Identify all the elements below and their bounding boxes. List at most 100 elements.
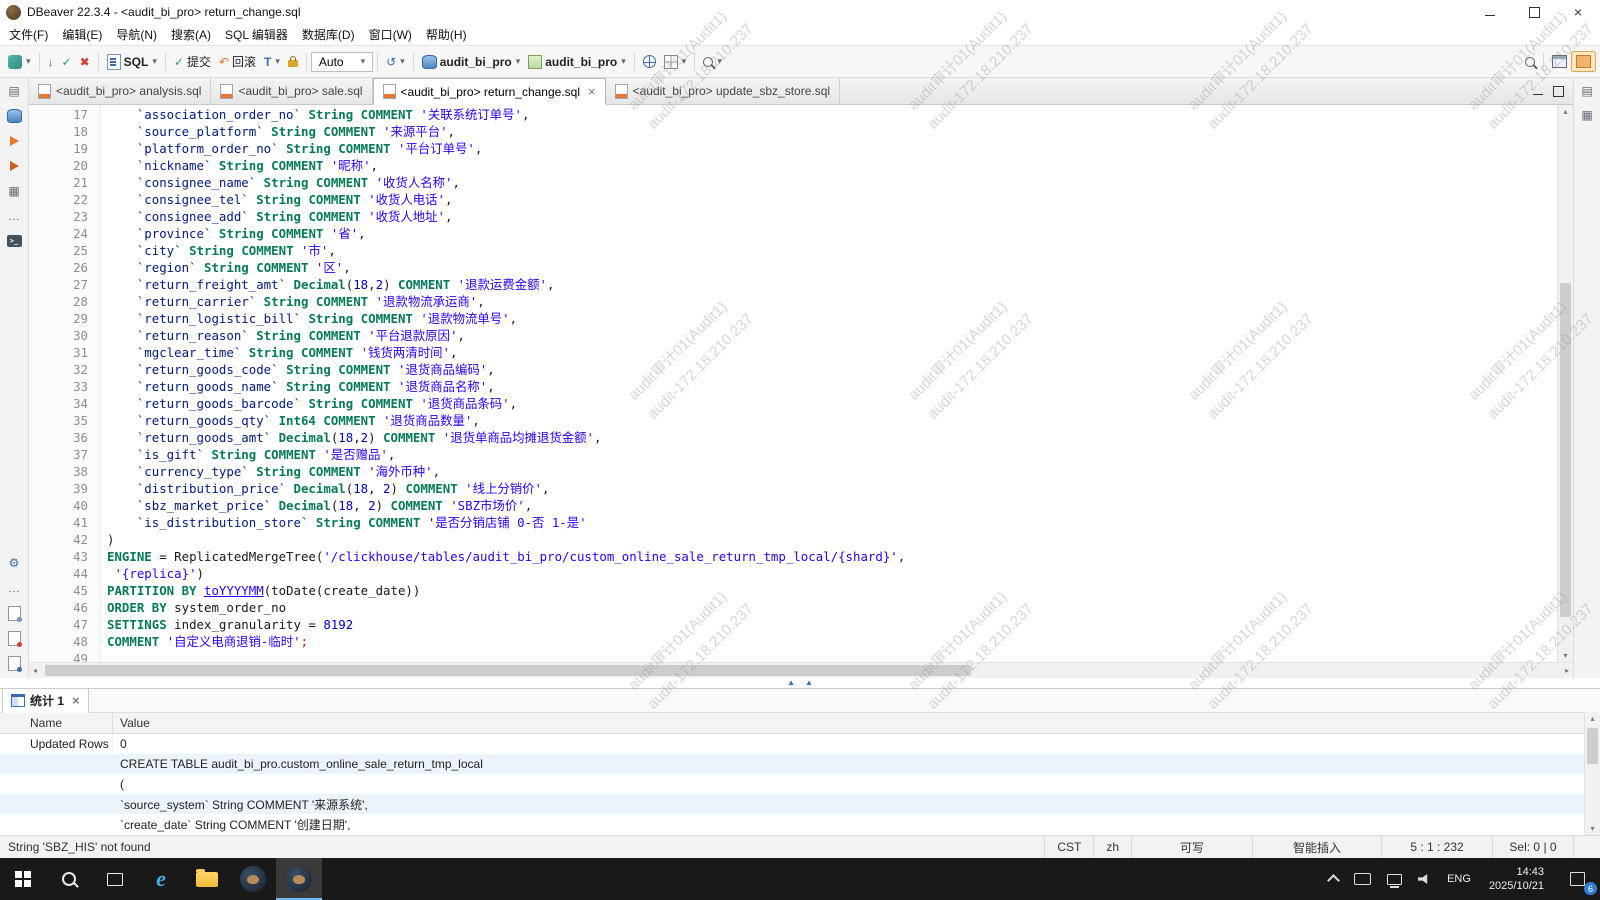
code-line[interactable]: `source_platform` String COMMENT '来源平台', (107, 123, 1557, 140)
volume-button[interactable] (1410, 858, 1439, 900)
tab-close-icon[interactable]: × (588, 84, 596, 99)
editor-tab[interactable]: <audit_bi_pro> sale.sql (211, 78, 372, 104)
editor-vertical-scrollbar[interactable]: ▴ ▾ (1557, 105, 1573, 662)
commit-changes-button[interactable]: ✓ (58, 53, 76, 71)
result-row[interactable]: ( (0, 774, 1600, 794)
scroll-up-icon[interactable]: ▴ (1558, 107, 1573, 116)
dbeaver-taskbar-button[interactable] (230, 858, 276, 900)
code-line[interactable]: `return_logistic_bill` String COMMENT '退… (107, 310, 1557, 327)
scroll-right-icon[interactable]: ▸ (1565, 666, 1569, 675)
lock-button[interactable] (284, 53, 302, 70)
code-line[interactable]: `consignee_tel` String COMMENT '收货人电话', (107, 191, 1557, 208)
sql-editor-button[interactable]: SQL▾ (103, 51, 161, 73)
code-line[interactable]: `nickname` String COMMENT '昵称', (107, 157, 1557, 174)
search-button[interactable]: ▾ (699, 53, 726, 70)
code-line[interactable]: ) (107, 531, 1557, 548)
results-vertical-scrollbar[interactable]: ▴ ▾ (1584, 712, 1600, 835)
minimize-view-icon[interactable] (1533, 93, 1543, 95)
code-line[interactable]: `is_gift` String COMMENT '是否赠品', (107, 446, 1557, 463)
cancel-execution-button[interactable]: ✖ (76, 53, 94, 71)
scroll-up-icon[interactable]: ▴ (1585, 714, 1600, 723)
start-button[interactable] (0, 858, 46, 900)
transaction-history-button[interactable]: ↺▾ (382, 53, 409, 71)
minimize-button[interactable] (1468, 0, 1512, 24)
dbeaver-active-taskbar-button[interactable] (276, 858, 322, 900)
code-line[interactable]: `is_distribution_store` String COMMENT '… (107, 514, 1557, 531)
menu-item[interactable]: SQL 编辑器 (218, 24, 295, 45)
code-line[interactable]: SETTINGS index_granularity = 8192 (107, 616, 1557, 633)
taskbar-clock[interactable]: 14:43 2025/10/21 (1479, 858, 1554, 900)
menu-item[interactable]: 搜索(A) (164, 24, 218, 45)
collapse-up-icon[interactable]: ▲ (787, 679, 795, 687)
close-button[interactable]: × (1556, 0, 1600, 24)
scrollbar-thumb[interactable] (45, 665, 971, 676)
result-row[interactable]: `create_date` String COMMENT '创建日期', (0, 814, 1600, 834)
grid-view-button[interactable]: ▾ (660, 52, 691, 72)
code-line[interactable]: `currency_type` String COMMENT '海外币种', (107, 463, 1557, 480)
outline-view-button[interactable]: ▤ (1578, 82, 1596, 100)
language-indicator[interactable]: ENG (1439, 858, 1479, 900)
column-header-value[interactable]: Value (113, 713, 1600, 733)
menu-item[interactable]: 数据库(D) (295, 24, 362, 45)
network-button[interactable] (639, 52, 660, 71)
code-area[interactable]: `association_order_no` String COMMENT '关… (101, 105, 1557, 662)
dbeaver-perspective-button[interactable] (1571, 51, 1596, 72)
output-log-button[interactable] (5, 604, 23, 622)
code-line[interactable] (107, 650, 1557, 662)
menu-item[interactable]: 文件(F) (2, 24, 55, 45)
toolbar-overflow-button[interactable]: … (5, 207, 23, 225)
code-line[interactable]: `return_reason` String COMMENT '平台退款原因', (107, 327, 1557, 344)
restore-view-button[interactable]: ▤ (5, 82, 23, 100)
menu-item[interactable]: 帮助(H) (419, 24, 474, 45)
statistics-tab[interactable]: 统计 1 × (2, 688, 89, 713)
error-log-button[interactable] (5, 629, 23, 647)
code-line[interactable]: `distribution_price` Decimal(18, 2) COMM… (107, 480, 1557, 497)
maximize-view-icon[interactable] (1553, 86, 1564, 97)
network-tray-button[interactable] (1379, 858, 1410, 900)
toolbar-overflow-button[interactable]: … (5, 579, 23, 597)
execute-statement-button[interactable] (5, 132, 23, 150)
code-line[interactable]: `province` String COMMENT '省', (107, 225, 1557, 242)
scroll-left-icon[interactable]: ◂ (33, 666, 37, 675)
menu-item[interactable]: 编辑(E) (55, 24, 109, 45)
result-row[interactable]: `source_system` String COMMENT '来源系统', (0, 794, 1600, 814)
code-line[interactable]: `return_goods_code` String COMMENT '退货商品… (107, 361, 1557, 378)
taskbar-search-button[interactable] (46, 858, 92, 900)
tab-close-icon[interactable]: × (72, 693, 80, 708)
code-line[interactable]: `consignee_name` String COMMENT '收货人名称', (107, 174, 1557, 191)
scrollbar-thumb[interactable] (1560, 283, 1571, 617)
code-line[interactable]: '{replica}') (107, 565, 1557, 582)
schema-selector[interactable]: audit_bi_pro▾ (524, 52, 630, 72)
new-connection-button[interactable]: ▾ (4, 52, 35, 72)
touch-keyboard-button[interactable] (1346, 858, 1379, 900)
internet-explorer-button[interactable]: e (138, 858, 184, 900)
code-line[interactable]: `platform_order_no` String COMMENT '平台订单… (107, 140, 1557, 157)
code-line[interactable]: `city` String COMMENT '市', (107, 242, 1557, 259)
code-line[interactable]: `return_goods_qty` Int64 COMMENT '退货商品数量… (107, 412, 1557, 429)
maximize-up-icon[interactable]: ▲ (805, 679, 813, 687)
action-center-button[interactable]: 6 (1554, 858, 1600, 900)
explain-plan-button[interactable]: ▦ (5, 182, 23, 200)
code-line[interactable]: `sbz_market_price` Decimal(18, 2) COMMEN… (107, 497, 1557, 514)
editor-tab[interactable]: <audit_bi_pro> return_change.sql× (373, 78, 606, 105)
code-line[interactable]: `mgclear_time` String COMMENT '钱货两清时间', (107, 344, 1557, 361)
editor-tab[interactable]: <audit_bi_pro> analysis.sql (29, 78, 211, 104)
tray-expand-button[interactable] (1321, 858, 1346, 900)
code-line[interactable]: `return_goods_amt` Decimal(18,2) COMMENT… (107, 429, 1557, 446)
scroll-down-icon[interactable]: ▾ (1558, 651, 1573, 660)
task-view-button[interactable] (92, 858, 138, 900)
execute-script-button[interactable] (5, 157, 23, 175)
code-line[interactable]: `region` String COMMENT '区', (107, 259, 1557, 276)
fetch-data-button[interactable]: ↓ (44, 53, 58, 71)
quick-access-search-button[interactable] (1521, 54, 1539, 70)
restore-right-view-button[interactable]: ▦ (1578, 106, 1596, 124)
commit-button[interactable]: ✓提交 (170, 50, 215, 73)
code-line[interactable]: PARTITION BY toYYYYMM(toDate(create_date… (107, 582, 1557, 599)
result-row[interactable]: CREATE TABLE audit_bi_pro.custom_online_… (0, 754, 1600, 774)
code-line[interactable]: `return_goods_name` String COMMENT '退货商品… (107, 378, 1557, 395)
commit-mode-select[interactable]: Auto▾ (311, 52, 373, 72)
panel-sash[interactable]: ▲ ▲ (0, 678, 1600, 688)
open-terminal-button[interactable]: >_ (5, 232, 23, 250)
code-line[interactable]: ORDER BY system_order_no (107, 599, 1557, 616)
server-output-button[interactable] (5, 654, 23, 672)
